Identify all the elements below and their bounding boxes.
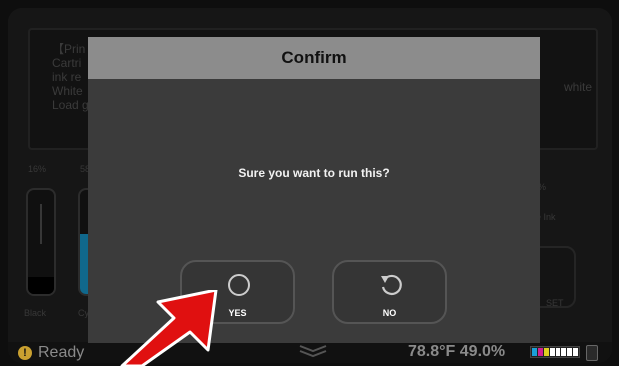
status-ready: ! Ready — [18, 344, 84, 362]
chevron-down-icon[interactable] — [298, 344, 328, 358]
ink-slot-white — [573, 348, 578, 356]
dialog-title: Confirm — [88, 37, 540, 79]
humidity-value: 49.0% — [459, 343, 506, 360]
pointer-arrow-icon — [120, 290, 218, 366]
status-text: Ready — [38, 344, 85, 361]
temperature-value: 78.8°F — [408, 343, 456, 360]
status-bar: ! Ready 78.8°F 49.0% — [8, 342, 612, 363]
no-button[interactable]: NO — [332, 260, 447, 324]
no-label: NO — [382, 308, 397, 318]
printer-screen: 【Prin Cartri ink re White Load g white 1… — [8, 8, 612, 363]
ink-slot-white — [561, 348, 567, 356]
ink-status-bar — [530, 346, 580, 358]
ink-slot-white — [567, 348, 573, 356]
dialog-message: Sure you want to run this? — [238, 166, 390, 180]
battery-icon — [586, 345, 598, 361]
ink-slot-white — [555, 348, 561, 356]
ink-slot-white — [549, 348, 555, 356]
ink-slot-cyan — [532, 348, 537, 356]
warning-icon: ! — [18, 346, 32, 360]
undo-icon — [381, 274, 402, 296]
environment-readout: 78.8°F 49.0% — [408, 343, 505, 361]
ink-slot-yellow — [543, 348, 549, 356]
ink-slot-magenta — [537, 348, 543, 356]
